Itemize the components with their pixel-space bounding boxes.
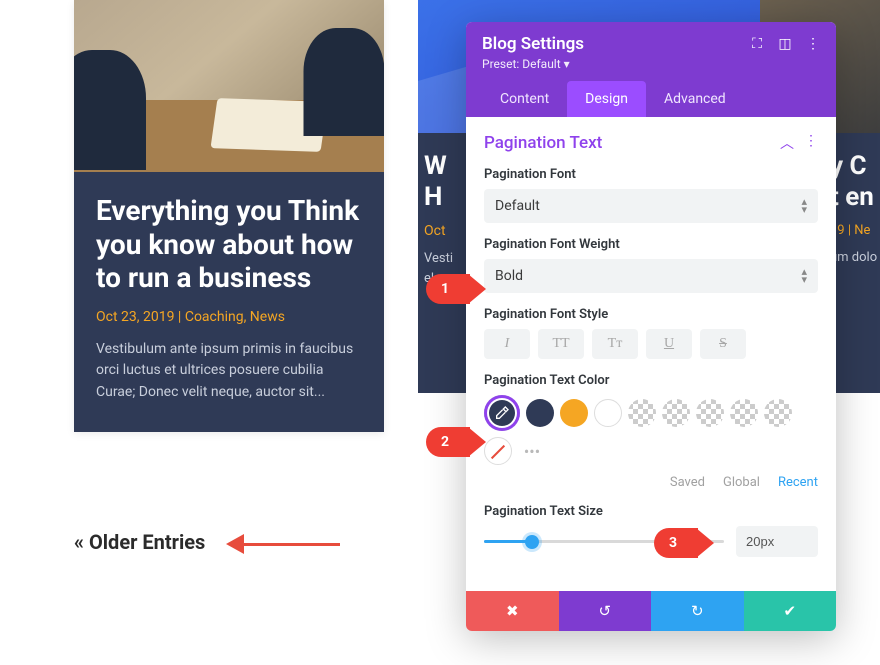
tab-advanced[interactable]: Advanced bbox=[646, 81, 744, 117]
preset-dropdown[interactable]: Preset: Default ▾ bbox=[482, 57, 820, 71]
color-swatch-transparent-4[interactable] bbox=[730, 399, 758, 427]
color-swatch-orange[interactable] bbox=[560, 399, 588, 427]
undo-button[interactable]: ↺ bbox=[559, 591, 652, 631]
label-pagination-style: Pagination Font Style bbox=[484, 307, 818, 322]
eyedropper-icon bbox=[494, 405, 510, 421]
post-thumbnail[interactable] bbox=[74, 0, 384, 172]
style-smallcaps-button[interactable]: Tᴛ bbox=[592, 329, 638, 359]
label-pagination-color: Pagination Text Color bbox=[484, 373, 818, 388]
style-uppercase-button[interactable]: TT bbox=[538, 329, 584, 359]
label-pagination-weight: Pagination Font Weight bbox=[484, 237, 818, 252]
annotation-arrow bbox=[220, 534, 340, 554]
columns-icon[interactable]: ◫ bbox=[778, 37, 792, 51]
undo-icon: ↺ bbox=[598, 602, 611, 620]
post-card-2-peek: W H Oct Vesti eleme bbox=[418, 133, 468, 393]
panel-title: Blog Settings bbox=[482, 34, 584, 54]
style-underline-button[interactable]: U bbox=[646, 329, 692, 359]
color-picker-button[interactable] bbox=[484, 395, 520, 431]
panel-tabs: Content Design Advanced bbox=[482, 81, 820, 117]
check-icon: ✔ bbox=[783, 602, 796, 620]
color-swatch-white[interactable] bbox=[594, 399, 622, 427]
redo-icon: ↻ bbox=[691, 602, 704, 620]
post-categories[interactable]: Coaching, News bbox=[185, 309, 285, 325]
tab-content[interactable]: Content bbox=[482, 81, 567, 117]
color-swatch-transparent-1[interactable] bbox=[628, 399, 656, 427]
older-entries-link[interactable]: « Older Entries bbox=[74, 530, 205, 554]
post-meta: Oct 23, 2019 | Coaching, News bbox=[96, 309, 362, 325]
blog-post-card: Everything you Think you know about how … bbox=[74, 0, 384, 432]
color-tab-saved[interactable]: Saved bbox=[670, 475, 705, 490]
color-tab-recent[interactable]: Recent bbox=[778, 475, 818, 490]
callout-3: 3 bbox=[654, 528, 698, 558]
discard-button[interactable]: ✖ bbox=[466, 591, 559, 631]
color-swatch-none[interactable] bbox=[484, 437, 512, 465]
section-menu-icon[interactable]: ⋮ bbox=[804, 133, 818, 153]
label-pagination-font: Pagination Font bbox=[484, 167, 818, 182]
post-excerpt: Vestibulum ante ipsum primis in faucibus… bbox=[96, 339, 362, 404]
redo-button[interactable]: ↻ bbox=[651, 591, 744, 631]
callout-1: 1 bbox=[426, 274, 470, 304]
color-tab-global[interactable]: Global bbox=[723, 475, 760, 490]
tab-design[interactable]: Design bbox=[567, 81, 646, 117]
blog-settings-panel: Blog Settings ⛶ ◫ ⋮ Preset: Default ▾ Co… bbox=[466, 22, 836, 631]
color-more-button[interactable]: ••• bbox=[518, 442, 546, 461]
color-swatch-transparent-3[interactable] bbox=[696, 399, 724, 427]
close-icon: ✖ bbox=[506, 602, 519, 620]
kebab-menu-icon[interactable]: ⋮ bbox=[806, 37, 820, 51]
post-date: Oct 23, 2019 bbox=[96, 309, 174, 325]
pagination-font-select[interactable]: Default▴▾ bbox=[484, 189, 818, 223]
callout-2: 2 bbox=[426, 427, 470, 457]
label-pagination-size: Pagination Text Size bbox=[484, 504, 818, 519]
style-strikethrough-button[interactable]: S bbox=[700, 329, 746, 359]
expand-icon[interactable]: ⛶ bbox=[750, 37, 764, 51]
color-swatch-transparent-2[interactable] bbox=[662, 399, 690, 427]
pagination-weight-select[interactable]: Bold▴▾ bbox=[484, 259, 818, 293]
post-title[interactable]: Everything you Think you know about how … bbox=[96, 194, 362, 295]
color-swatch-transparent-5[interactable] bbox=[764, 399, 792, 427]
section-pagination-text[interactable]: Pagination Text ︿ ⋮ bbox=[484, 133, 818, 153]
color-swatch-navy[interactable] bbox=[526, 399, 554, 427]
collapse-icon[interactable]: ︿ bbox=[780, 133, 794, 153]
style-italic-button[interactable]: I bbox=[484, 329, 530, 359]
save-button[interactable]: ✔ bbox=[744, 591, 837, 631]
text-size-input[interactable] bbox=[736, 526, 818, 557]
